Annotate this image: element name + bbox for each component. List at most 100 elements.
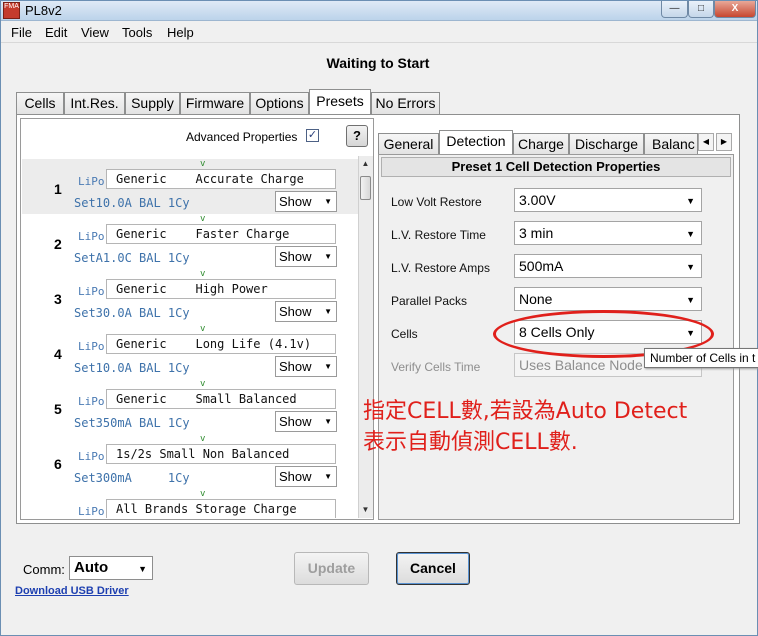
annotation-line-1: 指定CELL數,若設為Auto Detect [363, 399, 688, 424]
preset-show-value: Show [279, 304, 312, 319]
app-logo-icon: FMA [3, 2, 20, 19]
low-volt-restore-select[interactable]: 3.00V ▼ [514, 188, 702, 212]
menu-tools[interactable]: Tools [122, 25, 152, 40]
comm-label: Comm: [23, 562, 65, 577]
preset-number: 5 [54, 401, 62, 417]
parallel-packs-select[interactable]: None ▼ [514, 287, 702, 311]
scroll-down-icon[interactable]: ▼ [358, 502, 373, 518]
update-button[interactable]: Update [294, 552, 369, 585]
preset-marker: v [200, 324, 206, 334]
preset-item[interactable]: v LiPo All Brands Storage Charge [22, 489, 358, 518]
preset-chemistry: LiPo [78, 230, 105, 243]
window-title: PL8v2 [25, 3, 62, 18]
menu-edit[interactable]: Edit [45, 25, 67, 40]
preset-settings: Set30.0A BAL 1Cy [74, 306, 190, 320]
preset-name[interactable]: Generic Faster Charge [106, 224, 336, 244]
tab-options[interactable]: Options [250, 92, 309, 114]
preset-name[interactable]: 1s/2s Small Non Balanced [106, 444, 336, 464]
cells-label: Cells [391, 327, 418, 341]
chevron-down-icon: ▼ [324, 472, 332, 481]
preset-number: 6 [54, 456, 62, 472]
preset-show-select[interactable]: Show ▼ [275, 246, 337, 267]
preset-settings: Set350mA BAL 1Cy [74, 416, 190, 430]
menu-view[interactable]: View [81, 25, 109, 40]
lv-restore-time-value: 3 min [519, 225, 554, 241]
preset-show-select[interactable]: Show ▼ [275, 466, 337, 487]
tab-general[interactable]: General [378, 133, 439, 154]
tab-scroll-left-icon[interactable]: ◀ [698, 133, 714, 151]
chevron-down-icon: ▼ [686, 196, 695, 206]
preset-number: 2 [54, 236, 62, 252]
tab-charge[interactable]: Charge [513, 133, 569, 154]
menu-file[interactable]: File [11, 25, 32, 40]
lv-restore-time-label: L.V. Restore Time [391, 228, 486, 242]
status-title: Waiting to Start [326, 55, 430, 71]
tab-int-res[interactable]: Int.Res. [64, 92, 125, 114]
preset-item[interactable]: v 3 LiPo Generic High Power Set30.0A BAL… [22, 269, 358, 324]
lv-restore-amps-label: L.V. Restore Amps [391, 261, 490, 275]
preset-settings: SetA1.0C BAL 1Cy [74, 251, 190, 265]
cancel-button[interactable]: Cancel [396, 552, 470, 585]
tab-discharge[interactable]: Discharge [569, 133, 644, 154]
download-usb-driver-link[interactable]: Download USB Driver [15, 585, 129, 597]
chevron-down-icon: ▼ [686, 262, 695, 272]
verify-cells-time-label: Verify Cells Time [391, 360, 481, 374]
scrollbar-thumb[interactable] [360, 176, 371, 200]
tab-balance[interactable]: Balanc [644, 133, 698, 154]
preset-name[interactable]: Generic Accurate Charge [106, 169, 336, 189]
preset-item[interactable]: v 6 LiPo 1s/2s Small Non Balanced Set300… [22, 434, 358, 489]
minimize-button[interactable]: — [661, 1, 688, 18]
preset-show-select[interactable]: Show ▼ [275, 356, 337, 377]
chevron-down-icon: ▼ [686, 295, 695, 305]
tab-supply[interactable]: Supply [125, 92, 180, 114]
preset-item[interactable]: v 4 LiPo Generic Long Life (4.1v) Set10.… [22, 324, 358, 379]
preset-item[interactable]: v 5 LiPo Generic Small Balanced Set350mA… [22, 379, 358, 434]
lv-restore-time-select[interactable]: 3 min ▼ [514, 221, 702, 245]
preset-marker: v [200, 489, 206, 499]
help-button[interactable]: ? [346, 125, 368, 147]
preset-show-select[interactable]: Show ▼ [275, 191, 337, 212]
advanced-properties-checkbox[interactable]: ✓ [306, 129, 319, 142]
preset-item[interactable]: v 2 LiPo Generic Faster Charge SetA1.0C … [22, 214, 358, 269]
comm-select[interactable]: Auto ▼ [69, 556, 153, 580]
close-button[interactable]: X [714, 1, 756, 18]
chevron-down-icon: ▼ [324, 197, 332, 206]
chevron-down-icon: ▼ [138, 564, 147, 574]
preset-number: 3 [54, 291, 62, 307]
preset-chemistry: LiPo [78, 340, 105, 353]
preset-settings: Set10.0A BAL 1Cy [74, 361, 190, 375]
chevron-down-icon: ▼ [686, 229, 695, 239]
preset-chemistry: LiPo [78, 450, 105, 463]
tab-firmware[interactable]: Firmware [180, 92, 250, 114]
preset-name[interactable]: Generic Small Balanced [106, 389, 336, 409]
preset-item[interactable]: v 1 LiPo Generic Accurate Charge Set10.0… [22, 159, 358, 214]
maximize-button[interactable]: □ [688, 1, 714, 18]
verify-cells-time-value: Uses Balance Node [519, 357, 643, 373]
preset-name[interactable]: All Brands Storage Charge [106, 499, 336, 518]
preset-list-scrollbar[interactable] [358, 156, 373, 518]
preset-show-value: Show [279, 414, 312, 429]
tab-scroll-right-icon[interactable]: ▶ [716, 133, 732, 151]
comm-value: Auto [74, 559, 109, 576]
preset-list: v 1 LiPo Generic Accurate Charge Set10.0… [22, 156, 358, 518]
preset-marker: v [200, 214, 206, 224]
tab-cells[interactable]: Cells [16, 92, 64, 114]
section-header: Preset 1 Cell Detection Properties [381, 157, 731, 177]
tab-presets[interactable]: Presets [309, 89, 371, 114]
preset-chemistry: LiPo [78, 395, 105, 408]
tab-detection[interactable]: Detection [439, 130, 513, 154]
preset-name[interactable]: Generic Long Life (4.1v) [106, 334, 336, 354]
preset-number: 1 [54, 181, 62, 197]
lv-restore-amps-select[interactable]: 500mA ▼ [514, 254, 702, 278]
preset-show-value: Show [279, 249, 312, 264]
cells-tooltip: Number of Cells in t [644, 348, 758, 368]
title-bar[interactable]: FMA PL8v2 — □ X [1, 1, 757, 21]
scroll-up-icon[interactable]: ▲ [358, 156, 373, 172]
preset-show-select[interactable]: Show ▼ [275, 301, 337, 322]
lv-restore-amps-value: 500mA [519, 258, 564, 274]
preset-name[interactable]: Generic High Power [106, 279, 336, 299]
preset-show-select[interactable]: Show ▼ [275, 411, 337, 432]
tab-no-errors[interactable]: No Errors [371, 92, 440, 114]
menu-help[interactable]: Help [167, 25, 194, 40]
menu-bar: File Edit View Tools Help [1, 22, 757, 43]
